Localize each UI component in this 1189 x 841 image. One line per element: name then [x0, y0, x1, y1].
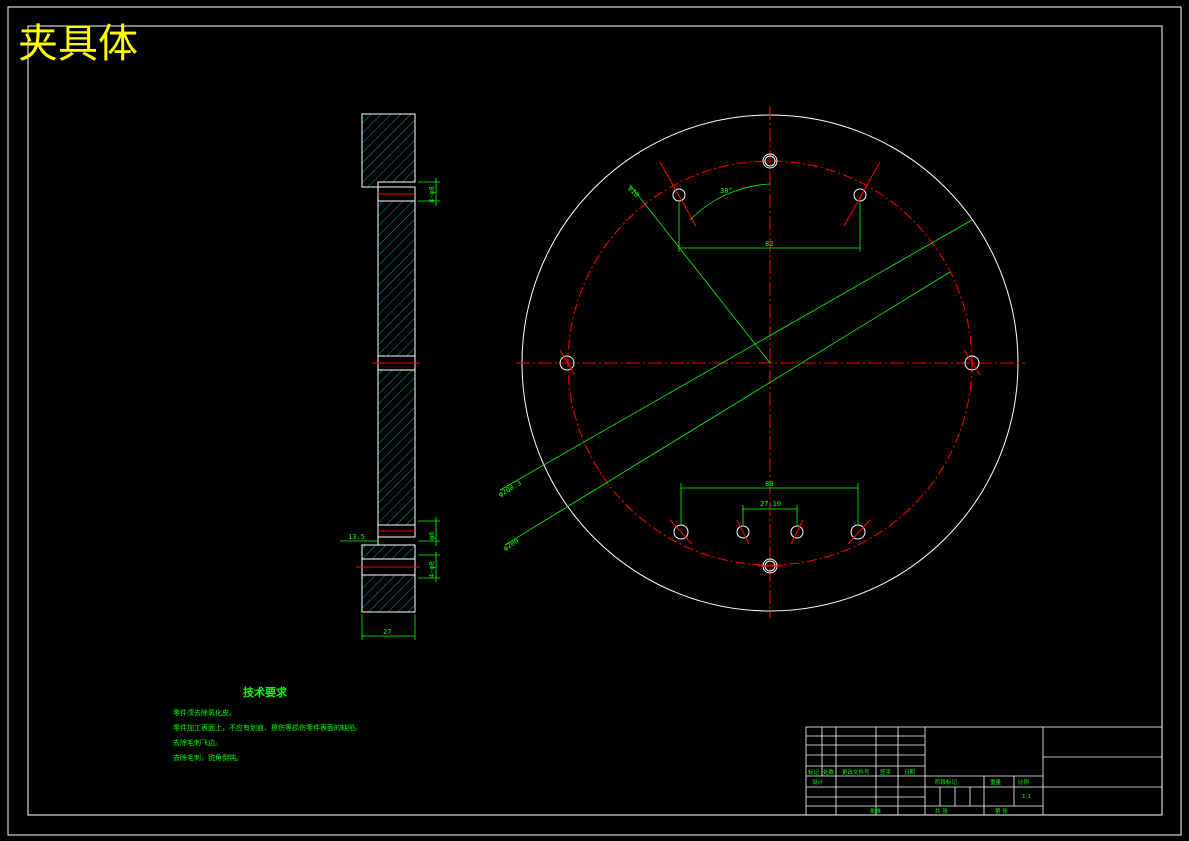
tb-count: 处数 [823, 768, 835, 776]
tb-doc: 更改文件号 [842, 768, 870, 776]
tech-note-line: 零件加工表面上，不应有划痕、擦伤等损伤零件表面的缺陷。 [173, 723, 362, 732]
drawing-title: 夹具体 [18, 21, 138, 67]
dim-dia-outer: φ200.3 [497, 479, 523, 499]
tb-scale-value: 1:1 [1022, 794, 1031, 800]
dim-radial-small: φ10 [626, 184, 640, 199]
plan-view: 30° 82 φ10 φ200.3 φ200 80 27.10 [497, 106, 1025, 618]
dim-dia-bolt: φ200 [502, 537, 521, 553]
plan-dimension-lines [499, 183, 973, 546]
tb-weight: 重量 [990, 778, 1002, 786]
dim-side-offset: 13.5 [348, 533, 365, 541]
tb-mark: 标记 [808, 768, 820, 776]
dim-side-small-a: φ6 [428, 532, 436, 540]
tech-notes-heading: 技术要求 [243, 685, 288, 699]
inner-border [27, 25, 1163, 816]
section-bottom-block [361, 544, 416, 560]
tb-scale: 比例 [1018, 778, 1030, 786]
tb-design: 设计 [812, 778, 824, 786]
section-body-upper [377, 200, 416, 357]
dim-chord-top: 82 [765, 240, 773, 248]
technical-requirements: 技术要求 零件须去除氧化皮。 零件加工表面上，不应有划痕、擦伤等损伤零件表面的缺… [173, 685, 362, 762]
tb-sign: 签字 [880, 768, 892, 776]
dim-side-hole-top: 4-φ8 [428, 186, 436, 203]
side-section-view: 27 13.5 4-φ8 φ6 4-φ8 [340, 113, 440, 640]
section-top-block [361, 113, 416, 188]
section-bottom-foot [361, 574, 416, 613]
tb-sheets-total: 共 张 [935, 807, 948, 815]
tb-sheet-no: 第 张 [995, 807, 1008, 815]
dim-chord-bottom: 80 [765, 480, 773, 488]
dim-side-small-b: 4-φ8 [428, 561, 436, 578]
title-block-labels: 标记 处数 更改文件号 签字 日期 设计 批准 阶段标记 重量 比例 1:1 共… [808, 768, 1031, 815]
tech-note-line: 去除毛刺飞边。 [173, 738, 222, 747]
tb-date: 日期 [904, 769, 916, 776]
dim-chord-inner: 27.10 [760, 500, 781, 508]
section-body-lower [377, 369, 416, 526]
cad-drawing-canvas: 夹具体 27 13.5 4-φ8 φ6 4-φ8 30° 82 φ10 φ200… [7, 6, 1182, 836]
dim-angle: 30° [720, 187, 733, 195]
dim-side-width: 27 [383, 628, 391, 636]
tech-note-line: 去除毛刺，锐角倒钝。 [173, 753, 243, 762]
tech-note-line: 零件须去除氧化皮。 [173, 708, 236, 717]
tb-approve: 批准 [870, 807, 882, 815]
tb-stage: 阶段标记 [935, 778, 958, 786]
